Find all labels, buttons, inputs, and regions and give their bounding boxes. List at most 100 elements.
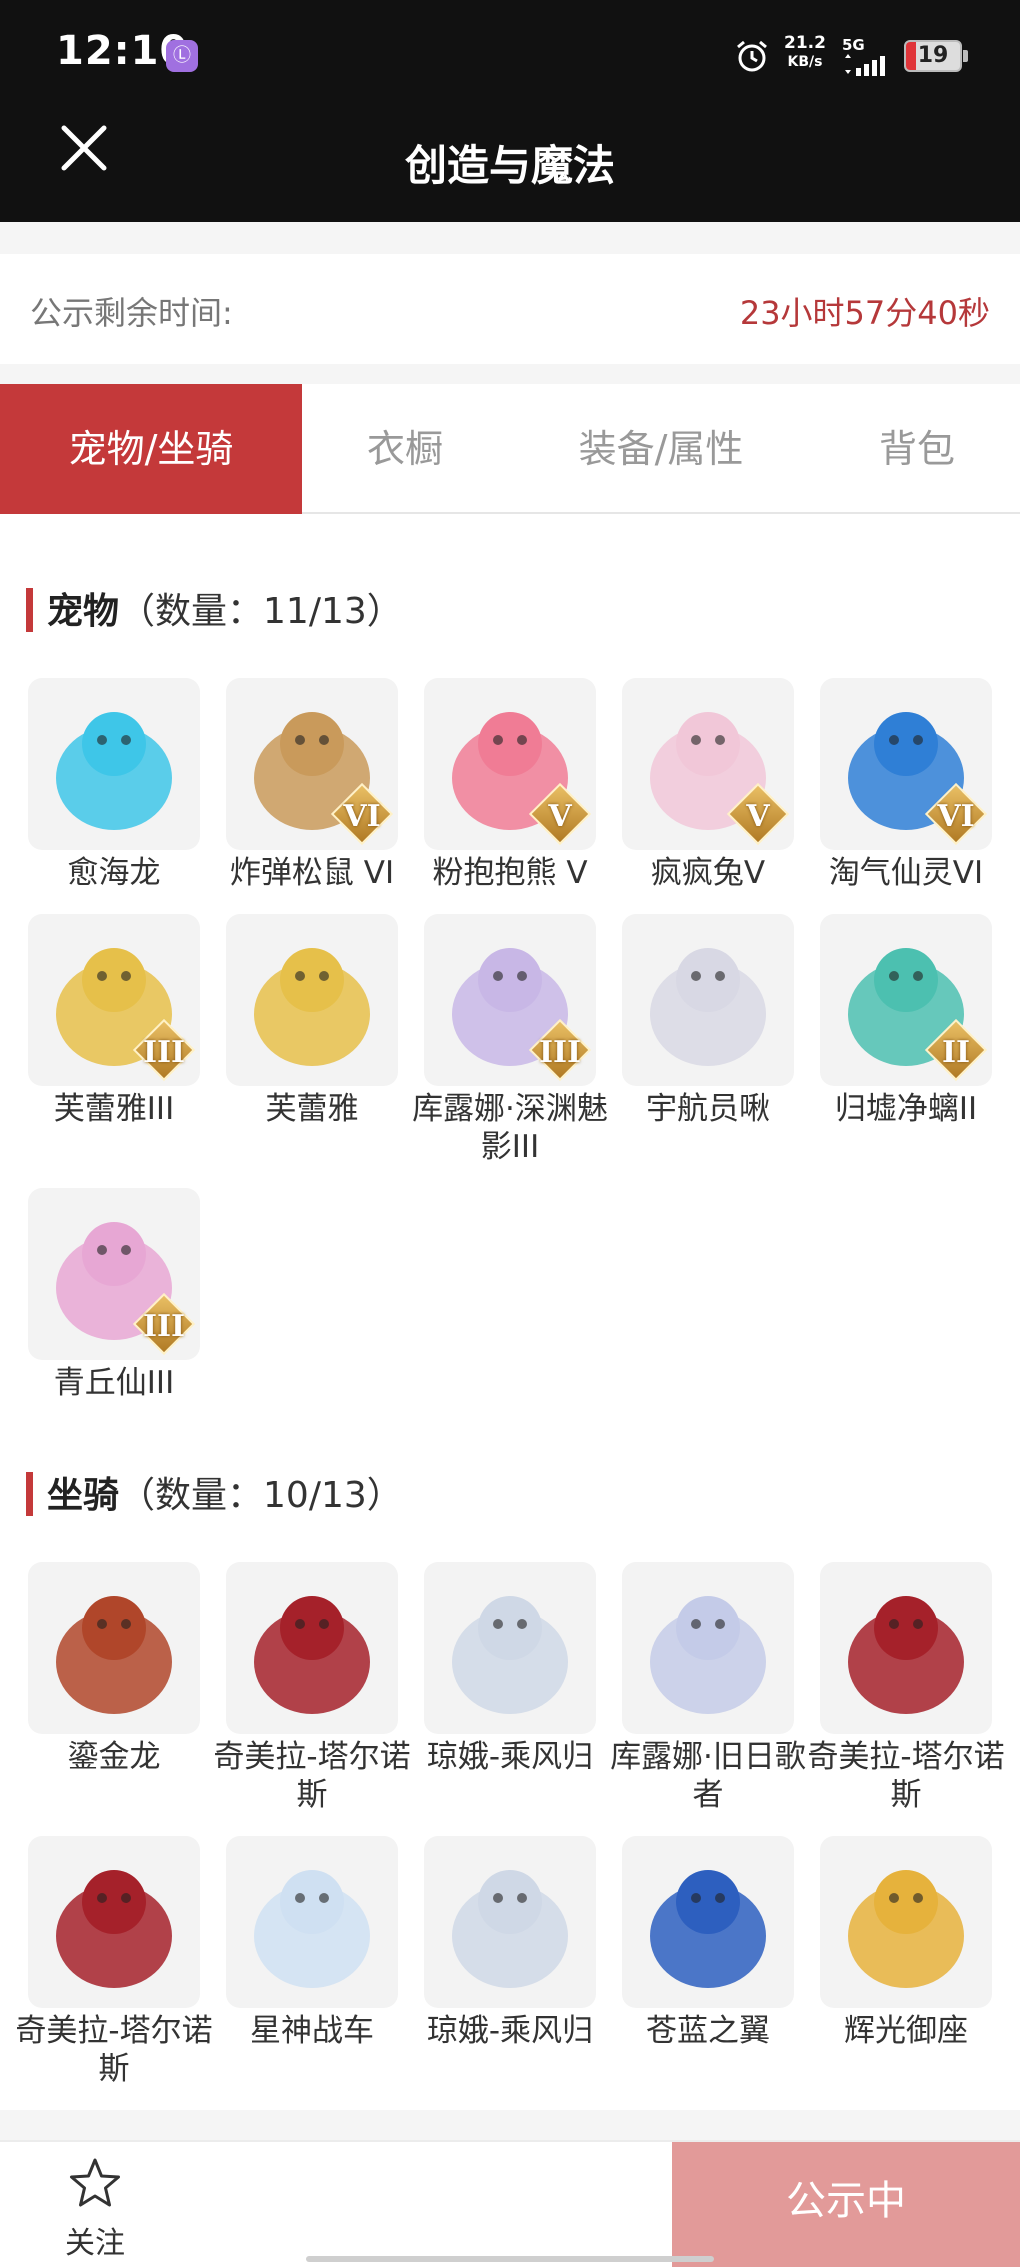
item-portrait bbox=[622, 1836, 794, 2008]
grade-badge-text: VI bbox=[937, 799, 975, 834]
character-art-icon bbox=[650, 1596, 766, 1714]
grade-badge-text: III bbox=[538, 1035, 582, 1070]
item-portrait bbox=[28, 678, 200, 850]
title-bar: 创造与魔法 bbox=[0, 112, 1020, 222]
item-name: 青丘仙III bbox=[53, 1365, 175, 1401]
item-portrait: V bbox=[424, 678, 596, 850]
character-art-icon bbox=[56, 712, 172, 830]
item-card[interactable]: 苍蓝之翼 bbox=[622, 1836, 794, 2050]
item-name: 库露娜·旧日歌者 bbox=[610, 1739, 806, 1813]
app-notification-icon: Ⓛ bbox=[166, 40, 198, 72]
home-indicator bbox=[306, 2256, 714, 2262]
item-portrait: VI bbox=[820, 678, 992, 850]
remaining-time: 23小时57分40秒 bbox=[739, 294, 990, 332]
character-art-icon bbox=[254, 1870, 370, 1988]
item-card[interactable]: 奇美拉-塔尔诺斯 bbox=[213, 1562, 411, 1814]
item-portrait bbox=[820, 1562, 992, 1734]
tab-bag[interactable]: 背包 bbox=[814, 384, 1020, 514]
item-name: 归墟净螭II bbox=[834, 1091, 978, 1127]
item-card[interactable]: II 归墟净螭II bbox=[820, 914, 992, 1128]
item-card[interactable]: 琼娥-乘风归 bbox=[424, 1836, 596, 2050]
item-name: 奇美拉-塔尔诺斯 bbox=[15, 2013, 213, 2087]
item-card[interactable]: III 库露娜·深渊魅影III bbox=[412, 914, 608, 1166]
item-card[interactable]: VI 炸弹松鼠 VI bbox=[226, 678, 398, 892]
status-bar: 12:10 Ⓛ 21.2 KB/s 5G 19 bbox=[0, 0, 1020, 112]
item-name: 苍蓝之翼 bbox=[646, 2013, 770, 2049]
item-card[interactable]: 鎏金龙 bbox=[28, 1562, 200, 1776]
grade-badge-text: VI bbox=[343, 799, 381, 834]
item-card[interactable]: V 疯疯兔V bbox=[622, 678, 794, 892]
alarm-icon bbox=[737, 40, 767, 72]
grade-badge-text: II bbox=[941, 1035, 971, 1070]
item-name: 炸弹松鼠 VI bbox=[229, 855, 395, 891]
item-portrait bbox=[226, 1836, 398, 2008]
grade-badge-text: III bbox=[142, 1309, 186, 1344]
character-art-icon bbox=[56, 1870, 172, 1988]
item-name: 芙蕾雅III bbox=[53, 1091, 175, 1127]
character-art-icon bbox=[452, 1596, 568, 1714]
item-card[interactable]: V 粉抱抱熊 V bbox=[424, 678, 596, 892]
item-portrait: III bbox=[28, 914, 200, 1086]
item-card[interactable]: 库露娜·旧日歌者 bbox=[610, 1562, 806, 1814]
item-portrait: II bbox=[820, 914, 992, 1086]
item-portrait bbox=[28, 1836, 200, 2008]
item-card[interactable]: 宇航员啾 bbox=[622, 914, 794, 1128]
tab-wardrobe[interactable]: 衣橱 bbox=[302, 384, 508, 514]
item-name: 琼娥-乘风归 bbox=[426, 2013, 594, 2049]
mounts-section-title: 坐骑（数量：10/13） bbox=[26, 1466, 403, 1519]
item-portrait bbox=[424, 1562, 596, 1734]
item-card[interactable]: 芙蕾雅 bbox=[226, 914, 398, 1128]
tab-pets-mounts[interactable]: 宠物/坐骑 bbox=[0, 384, 302, 514]
character-art-icon bbox=[452, 1870, 568, 1988]
grade-badge-text: III bbox=[142, 1035, 186, 1070]
item-card[interactable]: 星神战车 bbox=[226, 1836, 398, 2050]
follow-label: 关注 bbox=[65, 2226, 125, 2261]
network-speed: 21.2 KB/s bbox=[784, 33, 826, 71]
item-name: 奇美拉-塔尔诺斯 bbox=[213, 1739, 411, 1813]
item-name: 琼娥-乘风归 bbox=[426, 1739, 594, 1775]
item-portrait bbox=[622, 1562, 794, 1734]
item-name: 疯疯兔V bbox=[650, 855, 766, 891]
grade-badge-text: V bbox=[746, 799, 770, 834]
item-card[interactable]: 奇美拉-塔尔诺斯 bbox=[15, 1836, 213, 2088]
item-name: 星神战车 bbox=[250, 2013, 374, 2049]
item-portrait bbox=[28, 1562, 200, 1734]
item-card[interactable]: 奇美拉-塔尔诺斯 bbox=[807, 1562, 1005, 1814]
item-portrait: III bbox=[424, 914, 596, 1086]
item-portrait bbox=[226, 1562, 398, 1734]
character-art-icon bbox=[254, 1596, 370, 1714]
tab-bar: 宠物/坐骑 衣橱 装备/属性 背包 bbox=[0, 384, 1020, 514]
close-icon[interactable] bbox=[58, 122, 110, 174]
star-icon bbox=[70, 2158, 120, 2207]
public-status-button[interactable]: 公示中 bbox=[672, 2142, 1020, 2267]
notice-label: 公示剩余时间: bbox=[30, 294, 233, 332]
follow-button[interactable]: 关注 bbox=[50, 2156, 140, 2262]
item-name: 愈海龙 bbox=[67, 855, 161, 891]
character-art-icon bbox=[848, 1596, 964, 1714]
item-card[interactable]: 琼娥-乘风归 bbox=[424, 1562, 596, 1776]
tab-equipment[interactable]: 装备/属性 bbox=[508, 384, 814, 514]
item-card[interactable]: VI 淘气仙灵VI bbox=[820, 678, 992, 892]
item-name: 奇美拉-塔尔诺斯 bbox=[807, 1739, 1005, 1813]
notice-row: 公示剩余时间: 23小时57分40秒 bbox=[0, 254, 1020, 364]
page-title: 创造与魔法 bbox=[404, 141, 615, 190]
pets-section-title: 宠物（数量：11/13） bbox=[26, 582, 403, 635]
character-art-icon bbox=[56, 1596, 172, 1714]
item-name: 鎏金龙 bbox=[67, 1739, 161, 1775]
item-portrait bbox=[622, 914, 794, 1086]
item-card[interactable]: 辉光御座 bbox=[820, 1836, 992, 2050]
item-card[interactable]: 愈海龙 bbox=[28, 678, 200, 892]
item-card[interactable]: III 芙蕾雅III bbox=[28, 914, 200, 1128]
item-name: 库露娜·深渊魅影III bbox=[412, 1091, 608, 1165]
bottom-bar: 关注 公示中 bbox=[0, 2140, 1020, 2267]
battery-icon: 19 bbox=[904, 40, 962, 72]
item-portrait bbox=[226, 914, 398, 1086]
item-portrait: III bbox=[28, 1188, 200, 1360]
character-art-icon bbox=[848, 1870, 964, 1988]
character-art-icon bbox=[254, 948, 370, 1066]
item-portrait bbox=[424, 1836, 596, 2008]
item-name: 宇航员啾 bbox=[646, 1091, 770, 1127]
item-name: 淘气仙灵VI bbox=[828, 855, 984, 891]
item-portrait: VI bbox=[226, 678, 398, 850]
item-card[interactable]: III 青丘仙III bbox=[28, 1188, 200, 1402]
